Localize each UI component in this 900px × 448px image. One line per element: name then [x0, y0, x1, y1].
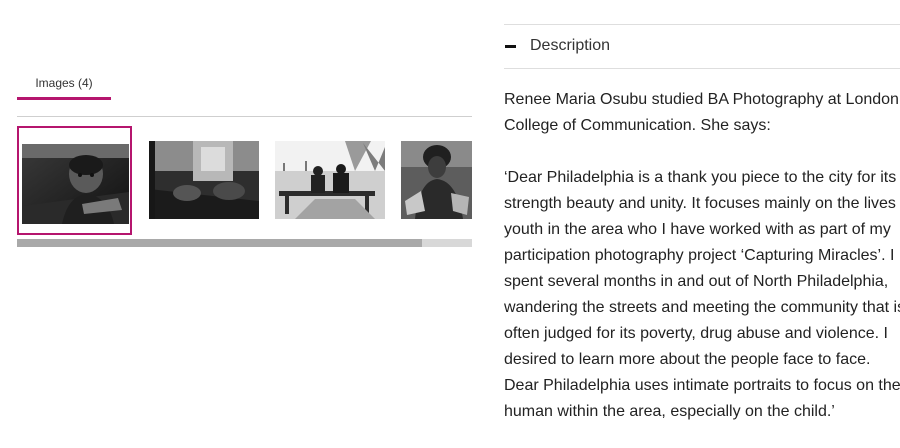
text-line: human within the area, especially on the… — [504, 403, 835, 420]
text-line: strength beauty and unity. It focuses ma… — [504, 195, 900, 212]
text-line: desired to learn more about the people f… — [504, 351, 871, 368]
thumbnail-woman-portrait[interactable] — [401, 141, 472, 219]
thumbnail-figures-lying-down[interactable] — [149, 141, 259, 219]
text-line: often judged for its poverty, drug abuse… — [504, 325, 888, 342]
artwork-detail-page: Images (4) Description Renee Maria Osubu… — [0, 0, 900, 448]
gallery-scrollbar[interactable] — [17, 239, 472, 247]
text-line: College of Communication. She says: — [504, 117, 771, 134]
description-title: Description — [530, 37, 611, 54]
thumbnail-strip — [17, 126, 472, 236]
minus-icon — [505, 45, 516, 48]
thumbnail-people-on-bench[interactable] — [275, 141, 385, 219]
gallery-tab-strip: Images (4) — [17, 0, 472, 117]
text-line: wandering the streets and meeting the co… — [504, 299, 900, 316]
boy-portrait-image — [22, 144, 129, 224]
description-text: Renee Maria Osubu studied BA Photography… — [504, 87, 900, 425]
text-line: youth in the area who I have worked with… — [504, 221, 891, 238]
text-line: participation photography project ‘Captu… — [504, 247, 895, 264]
people-bench-image — [275, 141, 385, 219]
thumbnail-boy-portrait[interactable] — [17, 126, 132, 235]
text-line: ‘Dear Philadelphia is a thank you piece … — [504, 169, 897, 186]
description-toggle[interactable]: Description — [504, 25, 900, 69]
tab-images[interactable]: Images (4) — [17, 76, 111, 90]
active-tab-indicator — [17, 97, 111, 100]
text-line: Renee Maria Osubu studied BA Photography… — [504, 91, 899, 108]
text-line: spent several months in and out of North… — [504, 273, 889, 290]
text-line: Dear Philadelphia uses intimate portrait… — [504, 377, 900, 394]
figures-lying-image — [149, 141, 259, 219]
woman-portrait-image — [401, 141, 472, 219]
description-panel: Description Renee Maria Osubu studied BA… — [504, 0, 900, 448]
scrollbar-thumb[interactable] — [17, 239, 422, 247]
